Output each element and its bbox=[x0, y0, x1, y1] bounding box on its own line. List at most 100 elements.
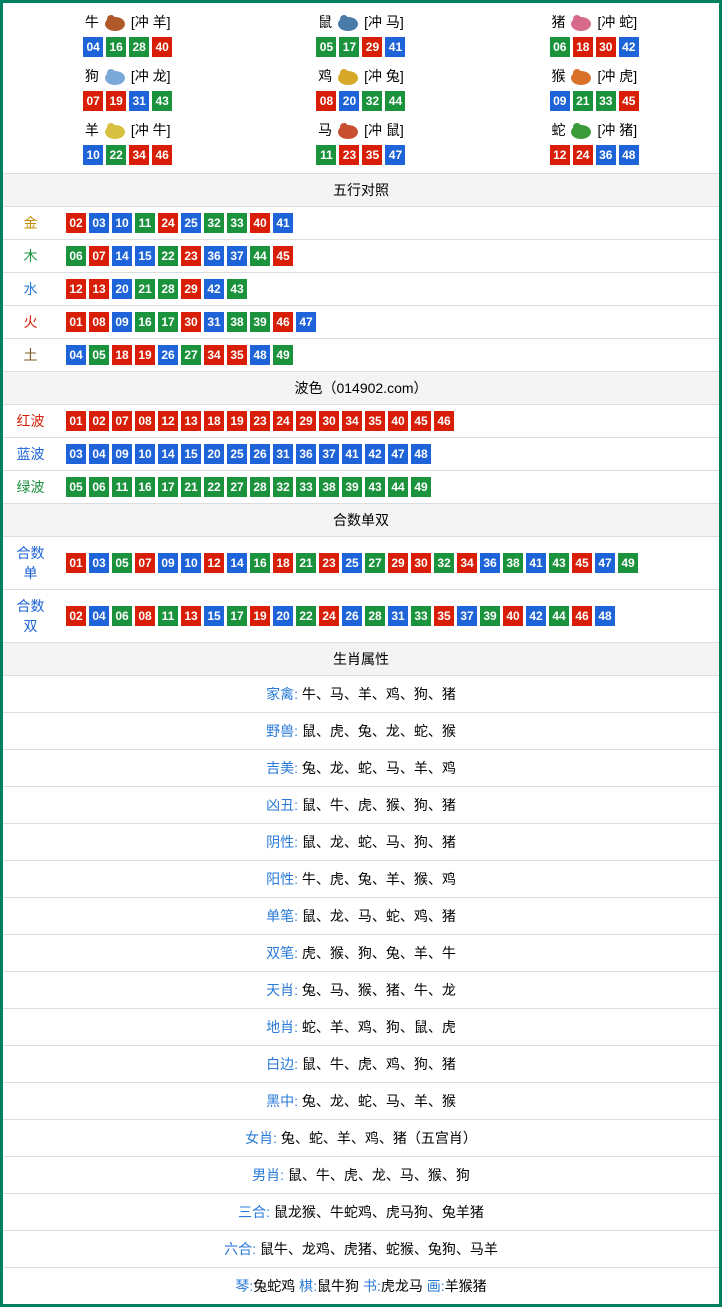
row-numbers: 03040910141520252631363741424748 bbox=[58, 438, 719, 471]
number-badge: 49 bbox=[273, 345, 293, 365]
attr-row: 单笔: 鼠、龙、马、蛇、鸡、猪 bbox=[3, 897, 719, 934]
number-badge: 07 bbox=[89, 246, 109, 266]
zodiac-numbers: 10223446 bbox=[15, 145, 240, 165]
number-badge: 29 bbox=[388, 553, 408, 573]
number-badge: 15 bbox=[181, 444, 201, 464]
number-badge: 45 bbox=[273, 246, 293, 266]
attr-label: 家禽: bbox=[266, 686, 298, 702]
number-badge: 46 bbox=[152, 145, 172, 165]
zodiac-animal-icon bbox=[567, 119, 595, 141]
number-badge: 49 bbox=[618, 553, 638, 573]
footer-value: 羊猴猪 bbox=[445, 1278, 487, 1294]
attr-label: 天肖: bbox=[266, 982, 298, 998]
footer-value: 虎龙马 bbox=[381, 1278, 427, 1294]
row-numbers: 0108091617303138394647 bbox=[58, 306, 719, 339]
attr-value: 牛、虎、兔、羊、猴、鸡 bbox=[298, 871, 456, 887]
number-badge: 36 bbox=[596, 145, 616, 165]
zodiac-numbers: 04162840 bbox=[15, 37, 240, 57]
attr-label: 凶丑: bbox=[266, 797, 298, 813]
heshu-header: 合数单双 bbox=[3, 503, 719, 536]
number-badge: 08 bbox=[135, 411, 155, 431]
number-badge: 19 bbox=[106, 91, 126, 111]
number-badge: 06 bbox=[112, 606, 132, 626]
number-badge: 45 bbox=[411, 411, 431, 431]
zodiac-name: 蛇 bbox=[551, 120, 565, 140]
number-badge: 14 bbox=[158, 444, 178, 464]
zodiac-name: 马 bbox=[318, 120, 332, 140]
number-badge: 17 bbox=[158, 312, 178, 332]
number-badge: 44 bbox=[385, 91, 405, 111]
zodiac-numbers: 11233547 bbox=[248, 145, 473, 165]
attr-label: 男肖: bbox=[252, 1167, 284, 1183]
number-badge: 31 bbox=[129, 91, 149, 111]
attr-value: 鼠、虎、兔、龙、蛇、猴 bbox=[298, 723, 456, 739]
number-badge: 37 bbox=[457, 606, 477, 626]
number-badge: 33 bbox=[227, 213, 247, 233]
number-badge: 35 bbox=[227, 345, 247, 365]
table-row: 金02031011242532334041 bbox=[3, 207, 719, 240]
number-badge: 35 bbox=[365, 411, 385, 431]
number-badge: 12 bbox=[66, 279, 86, 299]
number-badge: 15 bbox=[135, 246, 155, 266]
number-badge: 01 bbox=[66, 312, 86, 332]
number-badge: 37 bbox=[227, 246, 247, 266]
heshu-table: 合数单0103050709101214161821232527293032343… bbox=[3, 536, 719, 642]
row-label: 合数单 bbox=[3, 537, 58, 590]
row-numbers: 0103050709101214161821232527293032343638… bbox=[58, 537, 719, 590]
number-badge: 47 bbox=[388, 444, 408, 464]
zodiac-animal-icon bbox=[334, 119, 362, 141]
number-badge: 05 bbox=[112, 553, 132, 573]
zodiac-animal-icon bbox=[567, 65, 595, 87]
number-badge: 09 bbox=[112, 312, 132, 332]
number-badge: 36 bbox=[480, 553, 500, 573]
number-badge: 24 bbox=[273, 411, 293, 431]
row-label: 绿波 bbox=[3, 471, 58, 504]
zodiac-cell: 鸡[冲 兔]08203244 bbox=[244, 61, 477, 115]
number-badge: 39 bbox=[250, 312, 270, 332]
attr-value: 鼠龙猴、牛蛇鸡、虎马狗、兔羊猪 bbox=[270, 1204, 484, 1220]
table-row: 木06071415222336374445 bbox=[3, 240, 719, 273]
zodiac-numbers: 12243648 bbox=[482, 145, 707, 165]
number-badge: 24 bbox=[319, 606, 339, 626]
attr-value: 鼠、龙、蛇、马、狗、猪 bbox=[298, 834, 456, 850]
number-badge: 14 bbox=[112, 246, 132, 266]
number-badge: 06 bbox=[550, 37, 570, 57]
zodiac-numbers: 08203244 bbox=[248, 91, 473, 111]
zodiac-animal-icon bbox=[334, 11, 362, 33]
number-badge: 28 bbox=[365, 606, 385, 626]
attr-label: 吉美: bbox=[266, 760, 298, 776]
number-badge: 29 bbox=[181, 279, 201, 299]
attr-row: 双笔: 虎、猴、狗、兔、羊、牛 bbox=[3, 934, 719, 971]
table-row: 蓝波03040910141520252631363741424748 bbox=[3, 438, 719, 471]
number-badge: 39 bbox=[342, 477, 362, 497]
row-label: 蓝波 bbox=[3, 438, 58, 471]
number-badge: 33 bbox=[411, 606, 431, 626]
zodiac-conflict: [冲 虎] bbox=[597, 66, 637, 86]
number-badge: 35 bbox=[434, 606, 454, 626]
number-badge: 16 bbox=[135, 312, 155, 332]
zodiac-name: 牛 bbox=[85, 12, 99, 32]
row-numbers: 06071415222336374445 bbox=[58, 240, 719, 273]
zodiac-cell: 猪[冲 蛇]06183042 bbox=[478, 7, 711, 61]
number-badge: 33 bbox=[296, 477, 316, 497]
number-badge: 34 bbox=[129, 145, 149, 165]
zodiac-conflict: [冲 牛] bbox=[131, 120, 171, 140]
number-badge: 44 bbox=[388, 477, 408, 497]
number-badge: 26 bbox=[250, 444, 270, 464]
number-badge: 12 bbox=[550, 145, 570, 165]
number-badge: 11 bbox=[112, 477, 132, 497]
number-badge: 18 bbox=[273, 553, 293, 573]
number-badge: 20 bbox=[273, 606, 293, 626]
number-badge: 19 bbox=[135, 345, 155, 365]
attr-row: 黑中: 兔、龙、蛇、马、羊、猴 bbox=[3, 1082, 719, 1119]
zodiac-cell: 狗[冲 龙]07193143 bbox=[11, 61, 244, 115]
attr-label: 黑中: bbox=[266, 1093, 298, 1109]
zodiac-cell: 蛇[冲 猪]12243648 bbox=[478, 115, 711, 169]
number-badge: 22 bbox=[204, 477, 224, 497]
number-badge: 27 bbox=[227, 477, 247, 497]
table-row: 火0108091617303138394647 bbox=[3, 306, 719, 339]
number-badge: 10 bbox=[83, 145, 103, 165]
row-label: 金 bbox=[3, 207, 58, 240]
number-badge: 05 bbox=[89, 345, 109, 365]
number-badge: 04 bbox=[89, 606, 109, 626]
